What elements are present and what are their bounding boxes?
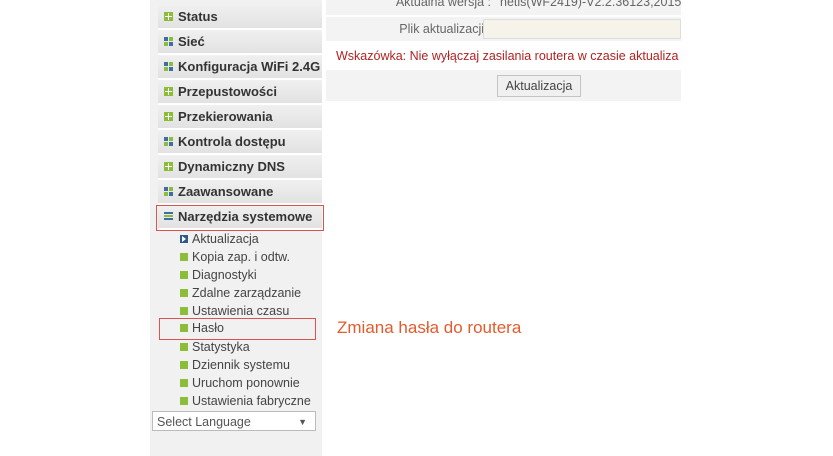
- menu-item-label: Zaawansowane: [178, 184, 274, 199]
- highlight-box-system-tools: [156, 205, 324, 231]
- menu-item-ddns[interactable]: Dynamiczny DNS: [158, 155, 322, 180]
- update-button[interactable]: Aktualizacja: [497, 75, 581, 97]
- bullet-icon: [180, 361, 188, 369]
- menu-item-label: Sieć: [178, 34, 205, 49]
- submenu-item-label: Zdalne zarządzanie: [192, 286, 302, 300]
- plus-icon: [164, 12, 173, 21]
- bullet-icon: [180, 397, 188, 405]
- menu-item-wifi-config[interactable]: Konfiguracja WiFi 2.4G: [158, 55, 322, 80]
- submenu-item-label: Diagnostyki: [192, 268, 257, 282]
- bullet-icon: [180, 271, 188, 279]
- submenu-item-label: Kopia zap. i odtw.: [192, 250, 290, 264]
- arrow-icon: [180, 235, 188, 243]
- update-panel: Aktualna wersja : netis(WF2419)-V2.2.361…: [326, 0, 681, 101]
- menu-item-label: Przekierowania: [178, 109, 273, 124]
- language-select[interactable]: Select Language ▼: [152, 411, 316, 431]
- menu-item-label: Przepustowości: [178, 84, 277, 99]
- submenu-item-label: Aktualizacja: [192, 232, 259, 246]
- update-file-input[interactable]: [483, 19, 681, 39]
- menu-item-forwarding[interactable]: Przekierowania: [158, 105, 322, 130]
- plus-icon: [164, 162, 173, 171]
- grid-icon: [164, 137, 173, 146]
- plus-icon: [164, 87, 173, 96]
- menu-item-label: Konfiguracja WiFi 2.4G: [178, 59, 321, 74]
- current-version-value: netis(WF2419)-V2.2.36123,2015: [500, 0, 682, 9]
- menu-item-label: Kontrola dostępu: [178, 134, 286, 149]
- bullet-icon: [180, 379, 188, 387]
- bullet-icon: [180, 289, 188, 297]
- menu-item-status[interactable]: Status: [158, 5, 322, 30]
- language-select-value: Select Language: [157, 415, 251, 429]
- submenu-item-label: Statystyka: [192, 340, 250, 354]
- annotation-label: Zmiana hasła do routera: [337, 318, 522, 337]
- update-file-label: Plik aktualizacji :: [399, 22, 491, 36]
- highlight-box-password: [159, 318, 316, 340]
- grid-icon: [164, 37, 173, 46]
- menu-item-label: Status: [178, 9, 218, 24]
- bullet-icon: [180, 343, 188, 351]
- chevron-down-icon: ▼: [298, 417, 307, 427]
- menu-item-access-control[interactable]: Kontrola dostępu: [158, 130, 322, 155]
- grid-icon: [164, 187, 173, 196]
- menu-item-bandwidth[interactable]: Przepustowości: [158, 80, 322, 105]
- bullet-icon: [180, 307, 188, 315]
- grid-icon: [164, 62, 173, 71]
- submenu-item-label: Ustawienia fabryczne: [192, 394, 311, 408]
- menu-item-label: Dynamiczny DNS: [178, 159, 285, 174]
- hint-text: Wskazówka: Nie wyłączaj zasilania router…: [336, 49, 679, 63]
- submenu-item-label: Dziennik systemu: [192, 358, 290, 372]
- menu-item-network[interactable]: Sieć: [158, 30, 322, 55]
- menu-item-advanced[interactable]: Zaawansowane: [158, 180, 322, 205]
- current-version-label: Aktualna wersja :: [395, 0, 491, 9]
- sidebar: Status Sieć Konfiguracja WiFi 2.4G Przep…: [150, 0, 324, 456]
- plus-icon: [164, 112, 173, 121]
- submenu-item-label: Uruchom ponownie: [192, 376, 300, 390]
- bullet-icon: [180, 253, 188, 261]
